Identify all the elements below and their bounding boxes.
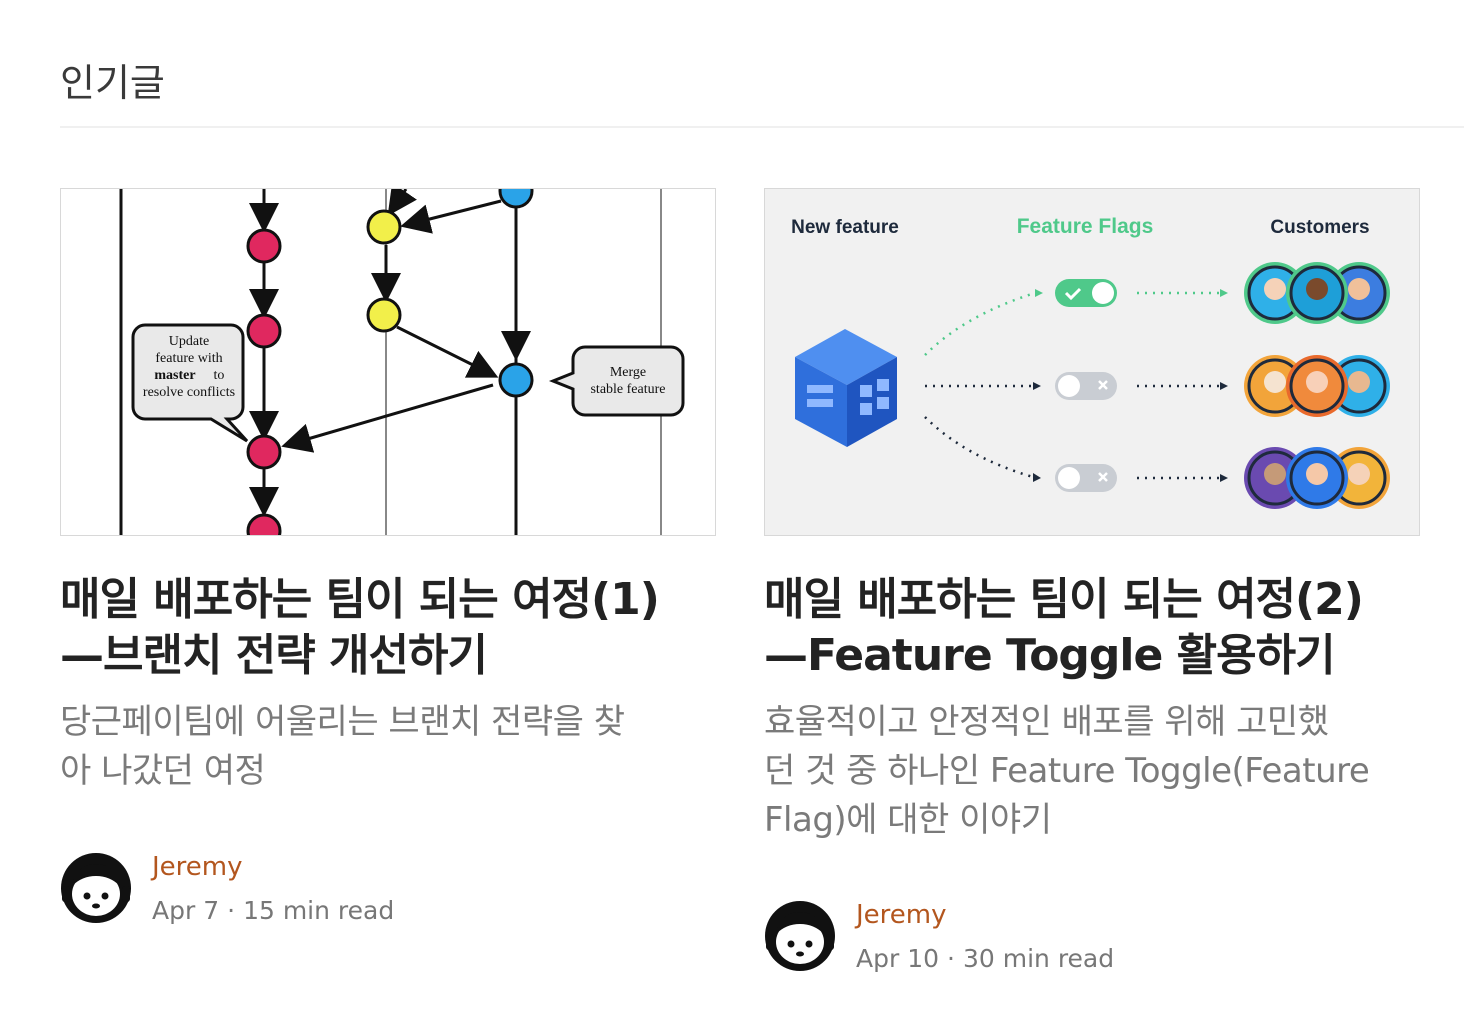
post-subtitle-1-line2: 아 나갔던 여정	[60, 751, 266, 791]
post-meta: Apr 10 · 30 min read	[856, 944, 1114, 973]
col-new-feature: New feature	[791, 217, 899, 238]
section-title: 인기글	[60, 61, 165, 105]
col-customers: Customers	[1270, 217, 1369, 238]
col-feature-flags: Feature Flags	[1017, 215, 1154, 238]
post-title-2[interactable]: 매일 배포하는 팀이 되는 여정(2) —Feature Toggle 활용하기	[764, 572, 1420, 684]
section-divider	[60, 126, 1464, 128]
read-time: 30 min read	[962, 944, 1115, 973]
post-title-1-line2[interactable]: —브랜치 전략 개선하기	[60, 630, 488, 681]
avatar[interactable]	[764, 900, 836, 972]
bubble-left-line3a: master	[154, 368, 195, 383]
author-name[interactable]: Jeremy	[152, 852, 243, 882]
post-subtitle-1-line1: 당근페이팀에 어울리는 브랜치 전략을 찾	[60, 702, 625, 742]
meta-separator: ·	[947, 944, 955, 973]
avatar[interactable]	[60, 852, 132, 924]
post-subtitle-1[interactable]: 당근페이팀에 어울리는 브랜치 전략을 찾 아 나갔던 여정	[60, 698, 700, 796]
post-title-1[interactable]: 매일 배포하는 팀이 되는 여정(1) —브랜치 전략 개선하기	[60, 572, 716, 684]
bubble-left-line4: resolve conflicts	[143, 385, 235, 400]
meta-separator: ·	[227, 896, 236, 925]
post-date: Apr 10	[856, 944, 940, 973]
bubble-left-line3b: to	[214, 368, 225, 383]
post-subtitle-2[interactable]: 효율적이고 안정적인 배포를 위해 고민했 던 것 중 하나인 Feature …	[764, 698, 1404, 845]
post-subtitle-2-line2: 던 것 중 하나인 Feature Toggle(Feature	[764, 751, 1370, 791]
read-time: 15 min read	[243, 896, 395, 925]
bubble-right-line2: stable feature	[590, 382, 665, 397]
post-thumbnail-2[interactable]: New feature Feature Flags Customers	[764, 188, 1420, 536]
bubble-left-line1: Update	[169, 334, 209, 349]
bubble-left-line2: feature with	[155, 351, 222, 366]
author-name[interactable]: Jeremy	[856, 900, 947, 930]
post-card-1[interactable]: Update feature with master to resolve co…	[60, 188, 716, 796]
post-title-2-line2[interactable]: —Feature Toggle 활용하기	[764, 630, 1336, 681]
post-card-2[interactable]: New feature Feature Flags Customers 매일 배…	[764, 188, 1420, 845]
feature-flags-diagram: New feature Feature Flags Customers	[791, 215, 1390, 509]
post-subtitle-2-line3: Flag)에 대한 이야기	[764, 800, 1052, 840]
post-meta: Apr 7 · 15 min read	[152, 896, 394, 925]
post-title-1-line1[interactable]: 매일 배포하는 팀이 되는 여정(1)	[60, 574, 660, 625]
post-subtitle-2-line1: 효율적이고 안정적인 배포를 위해 고민했	[764, 702, 1329, 742]
post-title-2-line1[interactable]: 매일 배포하는 팀이 되는 여정(2)	[764, 574, 1364, 625]
bubble-right-line1: Merge	[610, 365, 646, 380]
post-thumbnail-1[interactable]: Update feature with master to resolve co…	[60, 188, 716, 536]
git-flow-diagram: Update feature with master to resolve co…	[119, 189, 685, 535]
post-date: Apr 7	[152, 896, 220, 925]
